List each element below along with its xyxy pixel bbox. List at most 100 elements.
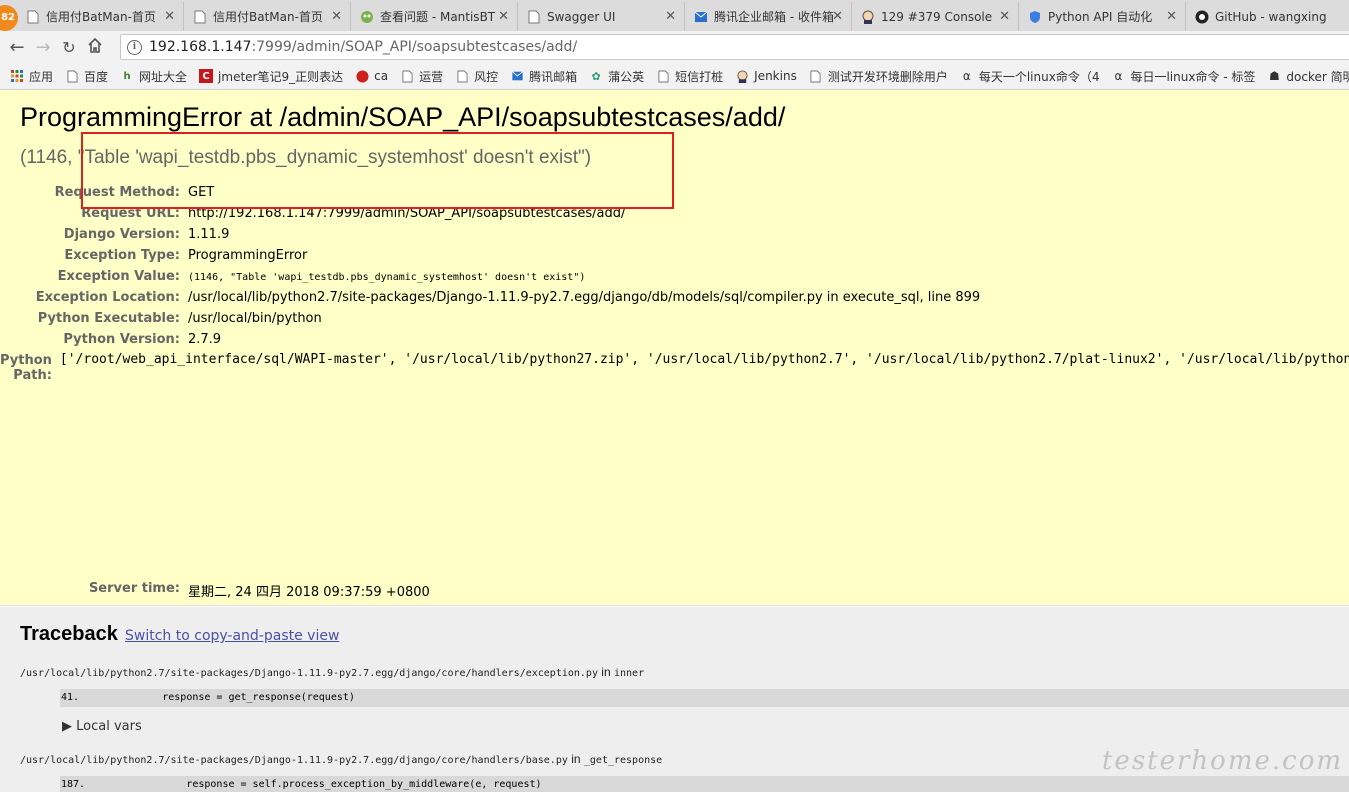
line-number: 41. [61,692,80,703]
frame-in-word: in [597,665,614,679]
browser-tab-2[interactable]: 信用付BatMan-首页 ✕ [185,2,351,31]
document-icon [455,69,469,83]
bookmark-label: 百度 [84,69,109,84]
meta-value: 1.11.9 [188,227,230,242]
document-icon [65,69,79,83]
frame-context-line-1[interactable]: 41. response = get_response(request) [60,689,1349,707]
bookmark-tencent-mail[interactable]: 腾讯邮箱 [510,68,577,85]
bookmark-fengkong[interactable]: 风控 [455,68,498,85]
linux-icon: ⍺ [1114,69,1123,83]
home-icon[interactable] [82,37,108,58]
frame-in-word: in [567,752,584,766]
bookmark-label: docker 简明 [1286,69,1349,84]
flower-icon: ✿ [591,69,601,83]
bookmark-label: 每天一个linux命令（4 [978,69,1100,84]
document-icon [527,10,541,24]
bookmark-label: 每日一linux命令 - 标签 [1130,69,1256,84]
bookmark-jenkins[interactable]: Jenkins [735,69,797,83]
browser-tab-5[interactable]: 腾讯企业邮箱 - 收件箱 ✕ [686,2,852,31]
browser-tab-3[interactable]: 查看问题 - MantisBT ✕ [352,2,518,31]
csdn-icon: C [199,69,214,83]
back-arrow-icon[interactable]: ← [4,37,30,58]
bookmark-jmeter[interactable]: Cjmeter笔记9_正则表达 [199,68,343,85]
bookmark-linux-1[interactable]: ⍺ 每天一个linux命令（4 [960,68,1100,85]
meta-value: ['/root/web_api_interface/sql/WAPI-maste… [59,352,1349,367]
frame-context-line-2[interactable]: 187. response = self.process_exception_b… [60,776,1349,792]
bookmark-ca[interactable]: ca [355,69,388,83]
close-icon[interactable]: ✕ [1166,9,1177,24]
bookmark-yunying[interactable]: 运营 [400,68,443,85]
error-title: ProgrammingError at /admin/SOAP_API/soap… [20,102,786,132]
bookmark-hao123[interactable]: h 网址大全 [120,68,187,85]
meta-row-django-version: Django Version: 1.11.9 [0,226,1349,247]
tab-label: GitHub - wangxing [1215,9,1327,24]
switch-copy-paste-link[interactable]: Switch to copy-and-paste view [125,628,339,644]
meta-row-exception-location: Exception Location: /usr/local/lib/python… [0,289,1349,310]
meta-row-exception-type: Exception Type: ProgrammingError [0,247,1349,268]
frame-file-1: /usr/local/lib/python2.7/site-packages/D… [20,665,644,679]
bookmark-label: 蒲公英 [608,69,645,84]
meta-key: Python Executable: [37,311,180,326]
bookmark-apps[interactable]: 应用 [10,68,53,85]
linux-icon: ⍺ [962,69,971,83]
document-icon [809,69,823,83]
bookmark-test-env[interactable]: 测试开发环境删除用户 [809,68,948,85]
forward-arrow-icon[interactable]: → [30,37,56,58]
close-icon[interactable]: ✕ [498,9,509,24]
meta-row-exception-value: Exception Value: (1146, "Table 'wapi_test… [0,268,1349,289]
meta-row-python-version: Python Version: 2.7.9 [0,331,1349,352]
browser-tab-4[interactable]: Swagger UI ✕ [519,2,685,31]
url-host: 192.168.1.147 [149,39,252,55]
bookmark-label: Jenkins [754,69,797,83]
bookmark-pgyer[interactable]: ✿ 蒲公英 [589,68,645,85]
info-icon[interactable]: i [127,39,142,55]
tab-label: Swagger UI [547,9,616,24]
meta-key: Django Version: [63,227,180,242]
tab-label: 129 #379 Console [881,9,993,24]
document-icon [193,10,207,24]
frame-function: _get_response [583,755,663,766]
bookmark-label: ca [374,69,389,83]
local-vars-toggle[interactable]: ▶ Local vars [62,719,142,734]
meta-value: /usr/local/bin/python [188,311,322,326]
tab-label: 查看问题 - MantisBT [380,10,496,24]
bookmark-docker[interactable]: ☗ docker 简明 [1267,68,1349,85]
bookmark-sms[interactable]: 短信打桩 [656,68,723,85]
highlight-annotation-box [81,132,674,209]
reload-icon[interactable]: ↻ [56,38,82,57]
browser-tab-8[interactable]: GitHub - wangxing [1187,2,1349,31]
meta-row-server-time: Server time: 星期二, 24 四月 2018 09:37:59 +08… [0,580,1349,601]
close-icon[interactable]: ✕ [331,9,342,24]
close-icon[interactable]: ✕ [665,9,676,24]
mantis-icon [360,10,374,24]
close-icon[interactable]: ✕ [999,9,1010,24]
bookmark-label: 网址大全 [139,69,188,84]
browser-tab-6[interactable]: 129 #379 Console ✕ [853,2,1019,31]
bookmark-label: 运营 [419,69,444,84]
frame-file-2: /usr/local/lib/python2.7/site-packages/D… [20,752,662,766]
bookmark-label: 短信打桩 [675,69,724,84]
bookmark-linux-2[interactable]: ⍺ 每日一linux命令 - 标签 [1111,68,1256,85]
address-bar[interactable]: i 192.168.1.147:7999/admin/SOAP_API/soap… [120,34,1349,60]
traceback-section: Traceback Switch to copy-and-paste view … [0,607,1349,792]
browser-tab-7[interactable]: Python API 自动化 ✕ [1020,2,1186,31]
document-icon [26,10,40,24]
browser-tab-1[interactable]: 信用付BatMan-首页 ✕ [18,2,184,31]
close-icon[interactable]: ✕ [164,9,175,24]
mail-icon [694,10,708,24]
error-summary: ProgrammingError at /admin/SOAP_API/soap… [0,90,1349,606]
meta-value: 星期二, 24 四月 2018 09:37:59 +0800 [188,585,430,600]
hao-icon: h [123,70,131,82]
url-path: :7999/admin/SOAP_API/soapsubtestcases/ad… [251,39,578,55]
meta-key: Python Path: [0,353,52,383]
tab-label: Python API 自动化 [1048,10,1153,24]
frame-function: inner [613,668,645,679]
bookmark-baidu[interactable]: 百度 [65,68,108,85]
jenkins-icon [735,69,749,83]
bookmark-label: 测试开发环境删除用户 [827,69,948,84]
docker-icon: ☗ [1269,69,1280,83]
bookmark-label: 腾讯邮箱 [529,69,578,84]
document-icon [400,69,414,83]
close-icon[interactable]: ✕ [832,9,843,24]
bookmark-label: 应用 [29,69,54,84]
